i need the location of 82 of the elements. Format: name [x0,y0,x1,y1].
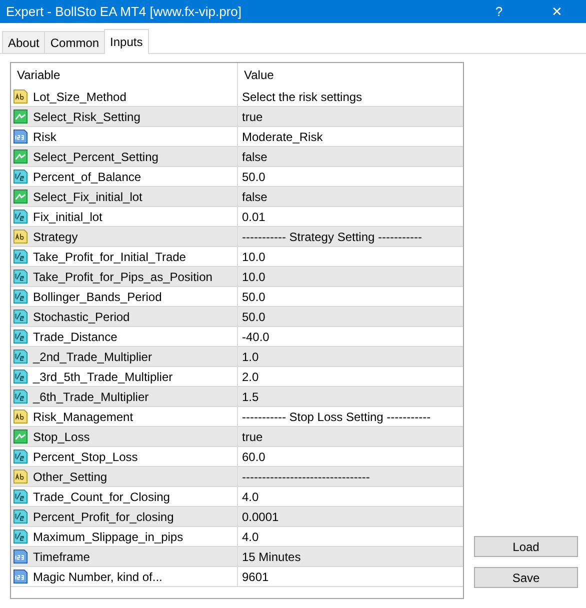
variable-name: Other_Setting [33,470,108,484]
text-type-icon [13,89,28,104]
variable-value: false [242,150,268,164]
variable-name: Stochastic_Period [33,310,130,324]
boolean-type-icon [13,429,28,444]
fraction-type-icon [13,209,28,224]
fraction-type-icon [13,389,28,404]
variable-name: Risk [33,130,56,144]
boolean-type-icon [13,149,28,164]
fraction-type-icon [13,309,28,324]
close-button[interactable]: ✕ [528,0,586,23]
variable-name: Select_Risk_Setting [33,110,140,124]
variable-value: 50.0 [242,290,266,304]
variable-name: Percent_Profit_for_closing [33,510,174,524]
variable-value: true [242,430,263,444]
tab[interactable]: Inputs [104,29,149,54]
boolean-type-icon [13,109,28,124]
variable-value: -------------------------------- [242,470,370,484]
text-type-icon [13,469,28,484]
variable-value: Moderate_Risk [242,130,323,144]
dialog-button[interactable]: Load [474,536,578,557]
boolean-type-icon [13,189,28,204]
variable-value: ----------- Stop Loss Setting ----------- [242,410,431,424]
variable-name: Bollinger_Bands_Period [33,290,162,304]
variable-name: Maximum_Slippage_in_pips [33,530,184,544]
fraction-type-icon [13,509,28,524]
fraction-type-icon [13,289,28,304]
variable-name: Stop_Loss [33,430,90,444]
variable-value: 1.5 [242,390,259,404]
help-button[interactable]: ? [470,0,528,23]
dialog-button[interactable]: Save [474,567,578,588]
fraction-type-icon [13,449,28,464]
variable-value: 0.01 [242,210,266,224]
variable-value: 9601 [242,570,269,584]
variable-value: 10.0 [242,250,266,264]
variable-name: Strategy [33,230,78,244]
variable-value: -40.0 [242,330,270,344]
column-header: Value [243,68,275,82]
variable-name: Take_Profit_for_Initial_Trade [33,250,186,264]
text-type-icon [13,409,28,424]
fraction-type-icon [13,369,28,384]
number-type-icon [13,549,28,564]
fraction-type-icon [13,269,28,284]
fraction-type-icon [13,169,28,184]
variable-value: false [242,190,268,204]
variable-value: 10.0 [242,270,266,284]
variable-value: ----------- Strategy Setting ----------- [242,230,422,244]
variable-name: Trade_Distance [33,330,118,344]
variable-name: Lot_Size_Method [33,90,126,104]
variable-name: Select_Fix_initial_lot [33,190,142,204]
variable-value: 4.0 [242,490,259,504]
fraction-type-icon [13,349,28,364]
variable-value: 50.0 [242,310,266,324]
variable-name: _6th_Trade_Multiplier [33,390,149,404]
variable-name: Fix_initial_lot [33,210,102,224]
variable-name: Select_Percent_Setting [33,150,158,164]
tab[interactable]: Common [44,31,106,53]
variable-name: Take_Profit_for_Pips_as_Position [33,270,212,284]
variable-name: Magic Number, kind of... [33,570,162,584]
variable-name: Percent_Stop_Loss [33,450,138,464]
fraction-type-icon [13,329,28,344]
variable-name: _2nd_Trade_Multiplier [33,350,152,364]
window-title: Expert - BollSto EA MT4 [www.fx-vip.pro] [6,4,243,19]
variable-name: Timeframe [33,550,90,564]
variable-value: Select the risk settings [242,90,362,104]
variable-name: Trade_Count_for_Closing [33,490,170,504]
fraction-type-icon [13,529,28,544]
fraction-type-icon [13,489,28,504]
variable-value: 50.0 [242,170,266,184]
variable-value: 60.0 [242,450,266,464]
fraction-type-icon [13,249,28,264]
tab[interactable]: About [2,31,46,53]
variable-name: Risk_Management [33,410,134,424]
variable-value: 1.0 [242,350,259,364]
variable-value: 4.0 [242,530,259,544]
variable-value: 0.0001 [242,510,279,524]
variable-value: 2.0 [242,370,259,384]
text-type-icon [13,229,28,244]
variable-value: 15 Minutes [242,550,301,564]
variable-name: Percent_of_Balance [33,170,142,184]
variable-name: _3rd_5th_Trade_Multiplier [33,370,173,384]
variable-value: true [242,110,263,124]
